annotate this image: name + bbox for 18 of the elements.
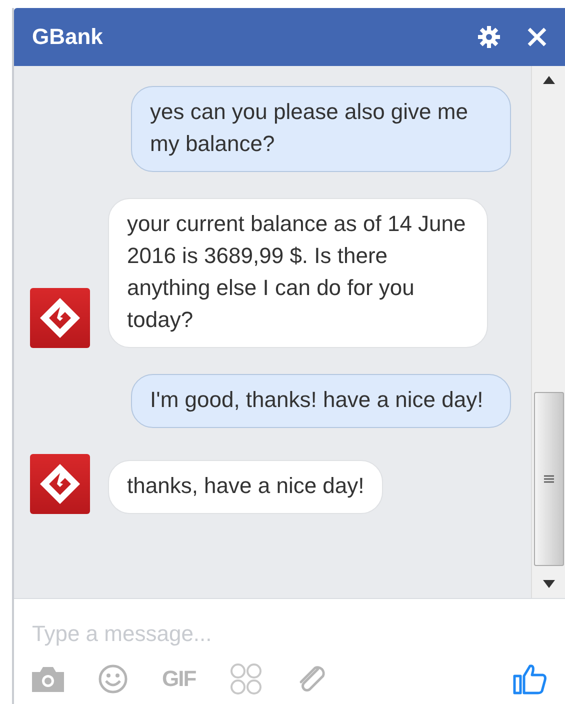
scroll-up-icon[interactable] [542,76,554,84]
gif-button[interactable]: GIF [162,666,196,692]
emoji-icon[interactable] [98,664,128,694]
message-bubble: yes can you please also give me my balance? [131,86,511,172]
window-title: GBank [32,24,104,50]
camera-icon[interactable] [32,666,64,692]
message-bubble: I'm good, thanks! have a nice day! [131,374,511,428]
scroll-down-icon[interactable] [542,580,554,588]
close-icon[interactable] [527,27,547,47]
like-icon[interactable] [513,663,547,695]
message-bubble: thanks, have a nice day! [108,460,384,514]
stickers-icon[interactable] [230,663,262,695]
settings-icon[interactable] [477,25,501,49]
message-bubble: your current balance as of 14 June 2016 is 3689,99 $. Is there anything else I can do for you today? [108,198,488,348]
bank-logo-icon [30,288,90,348]
bank-logo-icon [30,454,90,514]
scrollbar[interactable] [531,66,565,598]
scrollbar-thumb[interactable] [534,392,564,566]
